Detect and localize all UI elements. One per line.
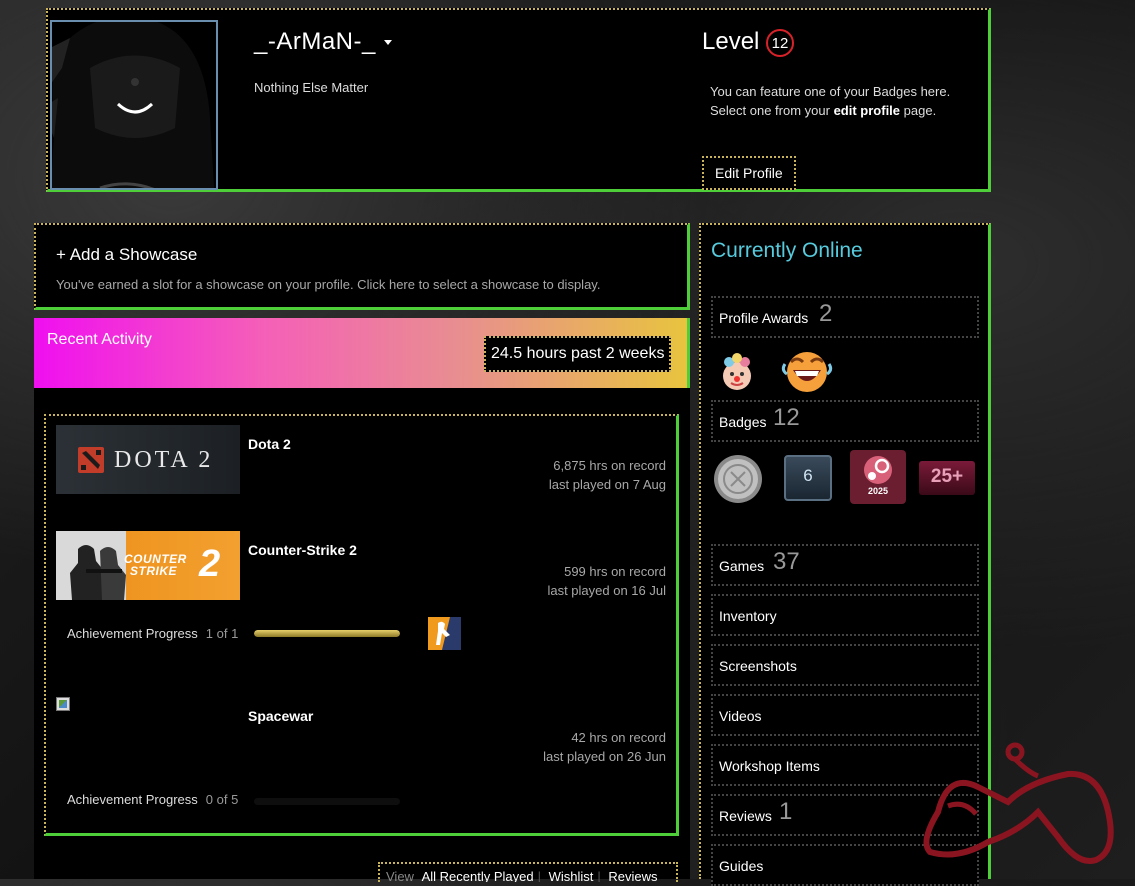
achievement-progress[interactable]: Achievement Progress 0 of 5 (67, 792, 238, 807)
sidebar-item-count: 12 (773, 404, 800, 431)
cs2-capsule-title: COUNTER STRIKE (124, 553, 187, 577)
sidebar-item-label: Inventory (719, 608, 777, 624)
game-hours: 599 hrs on record (564, 564, 666, 579)
game-last-played: last played on 16 Jul (547, 583, 666, 598)
game-capsule-spacewar[interactable] (56, 697, 70, 711)
recent-games-panel: DOTA 2 Dota 2 6,875 hrs on record last p… (34, 388, 690, 882)
steam-logo-icon (864, 456, 892, 484)
cs2-capsule-word2: STRIKE (130, 564, 178, 578)
achievement-icon[interactable] (428, 617, 461, 650)
game-name[interactable]: Spacewar (248, 708, 313, 724)
level-badge[interactable]: 12 (766, 29, 794, 57)
view-label: View (386, 869, 414, 882)
sidebar-item-profile-awards[interactable]: Profile Awards 2 (711, 296, 979, 338)
reviews-link[interactable]: Reviews (608, 869, 657, 882)
sidebar-item-label: Workshop Items (719, 758, 820, 774)
recent-games-list: DOTA 2 Dota 2 6,875 hrs on record last p… (44, 414, 679, 836)
add-showcase-title[interactable]: + Add a Showcase (56, 245, 197, 265)
sidebar-item-screenshots[interactable]: Screenshots (711, 644, 979, 686)
sidebar-item-label: Profile Awards (719, 310, 809, 326)
feature-hint-suffix: page. (903, 103, 937, 118)
sidebar-item-label: Games (719, 558, 765, 574)
broken-image-icon (59, 700, 67, 708)
wishlist-link[interactable]: Wishlist (549, 869, 594, 882)
level-label: Level (702, 28, 760, 55)
achievement-label: Achievement Progress (67, 626, 198, 641)
game-playtime: 599 hrs on record last played on 16 Jul (547, 562, 666, 600)
game-playtime: 6,875 hrs on record last played on 7 Aug (549, 456, 666, 494)
game-hours: 42 hrs on record (571, 730, 666, 745)
separator: | (597, 869, 601, 882)
dota-logo-icon (78, 447, 104, 473)
add-showcase-description: You've earned a slot for a showcase on y… (56, 277, 601, 292)
achievement-progress-bar (254, 798, 400, 805)
persona-name[interactable]: _-ArMaN-_ (254, 28, 392, 56)
profile-header: _-ArMaN-_ Nothing Else Matter Level 12 Y… (46, 8, 991, 192)
cs2-soldiers-art (70, 545, 126, 600)
featured-badge-hint: You can feature one of your Badges here.… (710, 82, 950, 120)
controller-watermark-logo (923, 742, 1114, 864)
feature-hint-line2: Select one from your edit profile page. (710, 101, 950, 120)
game-name[interactable]: Counter-Strike 2 (248, 542, 357, 558)
sidebar-item-games[interactable]: Games 37 (711, 544, 979, 586)
edit-profile-button[interactable]: Edit Profile (702, 156, 796, 190)
sidebar-item-label: Reviews (719, 808, 772, 824)
steam-2025-badge-icon[interactable]: 2025 (850, 450, 906, 504)
game-playtime: 42 hrs on record last played on 26 Jun (543, 728, 666, 766)
avatar[interactable] (50, 20, 218, 190)
sidebar-item-label: Screenshots (719, 658, 797, 674)
achievement-progress[interactable]: Achievement Progress 1 of 1 (67, 626, 238, 641)
sidebar-item-count: 37 (773, 548, 800, 575)
level-badge-text: 25+ (930, 466, 964, 487)
all-recently-played-link[interactable]: All Recently Played (422, 869, 534, 882)
edit-profile-link[interactable]: edit profile (834, 103, 900, 118)
add-showcase-panel[interactable]: + Add a Showcase You've earned a slot fo… (34, 223, 690, 310)
profile-summary: Nothing Else Matter (254, 80, 369, 95)
playtime-summary: 24.5 hours past 2 weeks (484, 336, 672, 372)
laughing-award-icon[interactable] (781, 348, 833, 394)
chevron-down-icon[interactable] (383, 40, 392, 46)
coin-badge-icon[interactable] (713, 454, 763, 504)
achievement-progress-bar (254, 630, 400, 637)
achievement-count: 1 of 1 (205, 626, 239, 641)
achievement-count: 0 of 5 (205, 792, 239, 807)
persona-name-text: _-ArMaN-_ (254, 28, 376, 55)
sidebar-item-count: 2 (819, 300, 833, 327)
game-last-played: last played on 7 Aug (548, 477, 666, 492)
game-capsule-dota2[interactable]: DOTA 2 (56, 425, 240, 494)
years-badge-number: 6 (803, 466, 813, 485)
recent-activity-header: Recent Activity 24.5 hours past 2 weeks (34, 318, 690, 388)
achievement-label: Achievement Progress (67, 792, 198, 807)
game-last-played: last played on 26 Jun (543, 749, 666, 764)
clown-award-icon[interactable] (717, 352, 757, 392)
sidebar-item-videos[interactable]: Videos (711, 694, 979, 736)
dota-capsule-text: DOTA 2 (114, 447, 214, 473)
game-hours: 6,875 hrs on record (553, 458, 666, 473)
online-status: Currently Online (711, 239, 863, 262)
recent-activity-title: Recent Activity (47, 331, 152, 348)
sidebar-item-label: Badges (719, 414, 767, 430)
steam-badge-year: 2025 (867, 486, 889, 496)
cs2-capsule-number: 2 (199, 543, 221, 585)
game-capsule-cs2[interactable]: COUNTER STRIKE 2 (56, 531, 240, 600)
sidebar-item-inventory[interactable]: Inventory (711, 594, 979, 636)
achievement-progress-fill (254, 630, 400, 637)
feature-hint-prefix: Select one from your (710, 103, 830, 118)
level-25-badge-icon[interactable]: 25+ (919, 461, 975, 495)
feature-hint-line1: You can feature one of your Badges here. (710, 84, 951, 99)
sidebar-item-label: Videos (719, 708, 762, 724)
separator: | (537, 869, 541, 882)
cs-achievement-icon (428, 617, 461, 650)
sidebar-item-count: 1 (779, 798, 793, 825)
recent-activity-view-links: View All Recently Played | Wishlist | Revi… (378, 862, 678, 882)
sidebar-item-label: Guides (719, 858, 764, 874)
years-badge-icon[interactable]: 6 (784, 455, 832, 501)
sidebar-item-badges[interactable]: Badges 12 (711, 400, 979, 442)
game-name[interactable]: Dota 2 (248, 436, 291, 452)
avatar-image (52, 22, 216, 188)
